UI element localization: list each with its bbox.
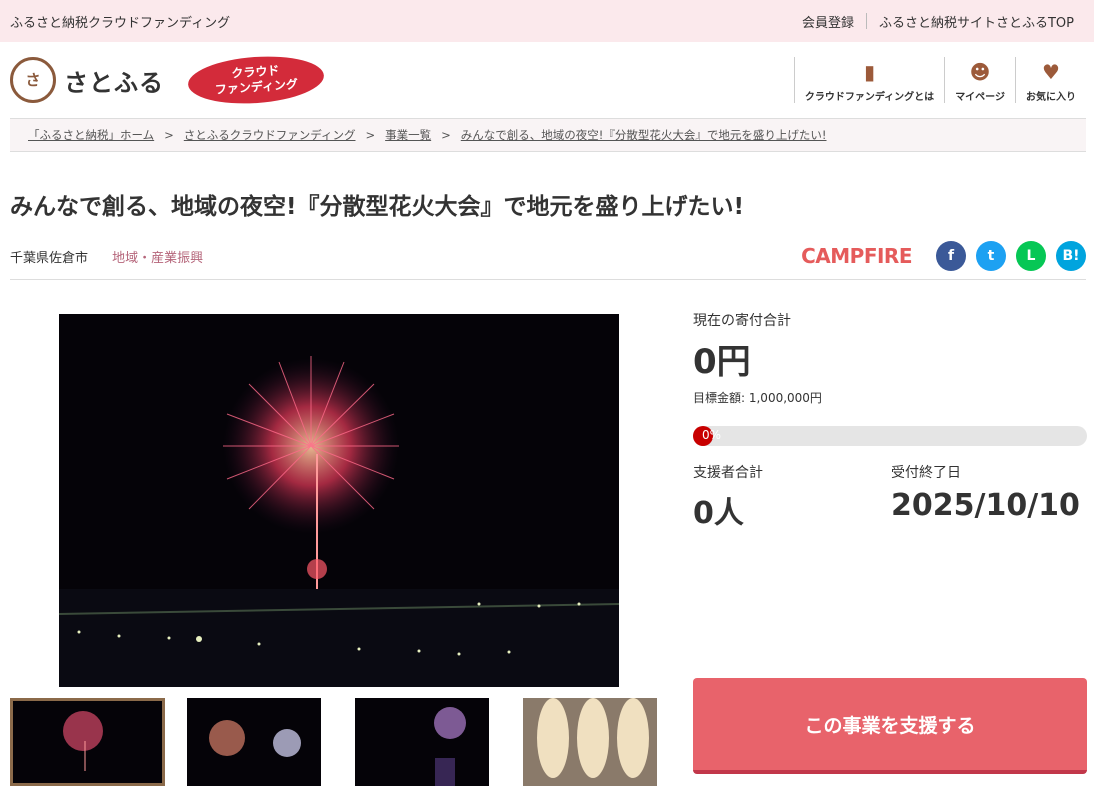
breadcrumb: 「ふるさと納税」ホーム > さとふるクラウドファンディング > 事業一覧 > み… (10, 118, 1086, 152)
breadcrumb-project-list[interactable]: 事業一覧 (385, 127, 431, 143)
nav-mypage[interactable]: ☻ マイページ (944, 57, 1015, 103)
project-location: 千葉県佐倉市 (10, 250, 89, 266)
thumbnail[interactable] (523, 698, 657, 786)
breadcrumb-current[interactable]: みんなで創る、地域の夜空!『分散型花火大会』で地元を盛り上げたい! (461, 127, 827, 143)
thumbnail[interactable] (355, 698, 489, 786)
goal-amount: 目標金額: 1,000,000円 (693, 391, 822, 405)
site-title: ふるさと納税クラウドファンディング (10, 15, 231, 31)
heart-icon: ♥ (1042, 60, 1060, 84)
satofull-top-link[interactable]: ふるさと納税サイトさとふるTOP (867, 12, 1086, 31)
twitter-icon[interactable]: t (976, 241, 1006, 271)
register-link[interactable]: 会員登録 (790, 12, 866, 31)
nav-about-crowdfunding[interactable]: ▮ クラウドファンディングとは (793, 57, 944, 103)
thumbnail[interactable] (187, 698, 321, 786)
breadcrumb-crowdfunding[interactable]: さとふるクラウドファンディング (184, 127, 356, 143)
deadline-label: 受付終了日 (891, 465, 961, 481)
nav-favorites[interactable]: ♥ お気に入り (1015, 57, 1086, 103)
funding-panel: 現在の寄付合計 0円 目標金額: 1,000,000円 0% 支援者合計 0人 … (693, 310, 1087, 532)
thumbnail-strip (10, 698, 691, 786)
facebook-icon[interactable]: f (936, 241, 966, 271)
breadcrumb-home[interactable]: 「ふるさと納税」ホーム (28, 127, 154, 143)
page-title: みんなで創る、地域の夜空!『分散型花火大会』で地元を盛り上げたい! (10, 194, 744, 220)
hatena-bookmark-icon[interactable]: B! (1056, 241, 1086, 271)
progress-percent: 0% (702, 428, 722, 442)
divider (10, 279, 1086, 280)
total-value: 0円 (693, 342, 751, 382)
deadline-value: 2025/10/10 (891, 488, 1080, 523)
total-label: 現在の寄付合計 (693, 313, 791, 329)
site-header: さ さとふる クラウド ファンディング ▮ クラウドファンディングとは ☻ マイ… (0, 42, 1094, 118)
crowdfunding-badge[interactable]: クラウド ファンディング (186, 52, 326, 108)
project-category[interactable]: 地域・産業振興 (112, 251, 203, 266)
user-icon: ☻ (969, 60, 991, 84)
line-icon[interactable]: L (1016, 241, 1046, 271)
header-nav: ▮ クラウドファンディングとは ☻ マイページ ♥ お気に入り (793, 57, 1086, 103)
logo-seal-icon: さ (10, 57, 56, 103)
hero-image (59, 314, 619, 687)
logo-text: さとふる (64, 68, 164, 97)
support-button[interactable]: この事業を支援する (693, 678, 1087, 774)
project-meta: 千葉県佐倉市 地域・産業振興 CAMPFIRE f t L B! (10, 241, 1086, 271)
logo[interactable]: さ さとふる クラウド ファンディング (10, 52, 326, 108)
bookmark-icon: ▮ (864, 60, 876, 84)
campfire-logo[interactable]: CAMPFIRE (801, 244, 912, 268)
progress-bar: 0% (693, 426, 1087, 446)
supporters-label: 支援者合計 (693, 465, 763, 481)
supporters-value: 0人 (693, 496, 744, 531)
thumbnail[interactable] (10, 698, 165, 786)
top-bar: ふるさと納税クラウドファンディング 会員登録 ふるさと納税サイトさとふるTOP (0, 0, 1094, 42)
